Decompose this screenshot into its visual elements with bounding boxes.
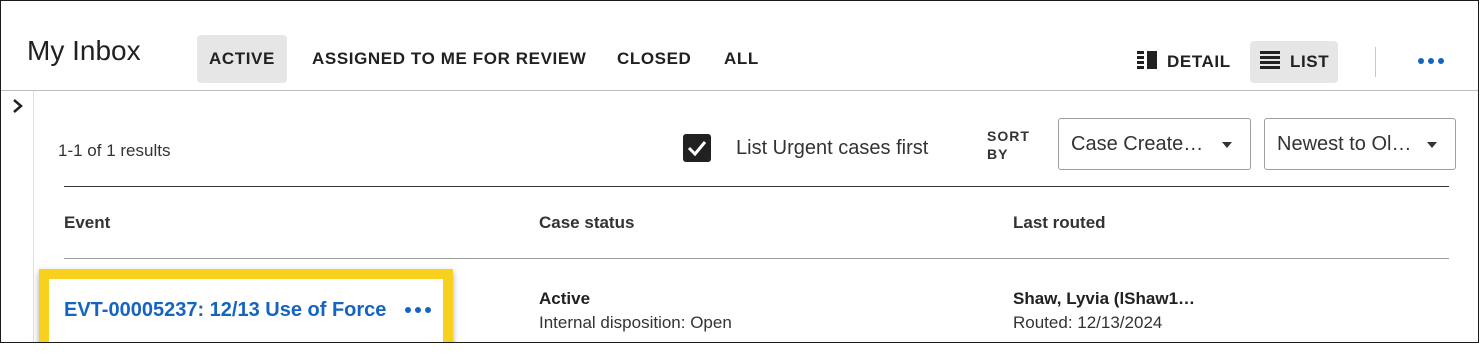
urgent-first-checkbox[interactable] bbox=[683, 134, 711, 162]
routed-date: Routed: 12/13/2024 bbox=[1013, 313, 1163, 332]
event-link[interactable]: EVT-00005237: 12/13 Use of Force bbox=[64, 299, 386, 322]
internal-disposition: Internal disposition: Open bbox=[539, 313, 732, 332]
row-more-options-button[interactable] bbox=[405, 302, 433, 318]
sort-order-select[interactable]: Newest to Ol… bbox=[1264, 118, 1456, 170]
column-header-case-status[interactable]: Case status bbox=[539, 213, 634, 233]
detail-view-button[interactable]: DETAIL bbox=[1127, 41, 1240, 83]
toolbar-divider bbox=[64, 186, 1449, 187]
dropdown-arrow-icon bbox=[1222, 142, 1232, 148]
header-divider bbox=[1375, 47, 1376, 77]
sort-order-value: Newest to Ol… bbox=[1277, 133, 1412, 155]
detail-view-icon bbox=[1136, 49, 1158, 76]
side-rail bbox=[1, 91, 34, 342]
sort-by-label: SORT BY bbox=[987, 128, 1030, 162]
tab-all[interactable]: ALL bbox=[712, 35, 771, 83]
urgent-first-label: List Urgent cases first bbox=[736, 137, 929, 159]
case-status: Active bbox=[539, 289, 591, 308]
column-header-last-routed[interactable]: Last routed bbox=[1013, 213, 1106, 233]
checkmark-icon bbox=[687, 141, 707, 157]
header-divider-line bbox=[1, 90, 1478, 91]
tab-assigned-to-me-for-review[interactable]: ASSIGNED TO ME FOR REVIEW bbox=[300, 35, 598, 83]
detail-view-label: DETAIL bbox=[1167, 52, 1231, 71]
tab-active[interactable]: ACTIVE bbox=[197, 35, 287, 83]
inbox-window: My Inbox ACTIVE ASSIGNED TO ME FOR REVIE… bbox=[0, 0, 1479, 343]
chevron-right-icon[interactable] bbox=[9, 97, 27, 115]
results-count: 1-1 of 1 results bbox=[58, 141, 171, 160]
sort-field-value: Case Create… bbox=[1071, 133, 1204, 155]
more-horizontal-icon bbox=[405, 307, 411, 313]
more-horizontal-icon bbox=[1418, 58, 1424, 64]
column-header-event[interactable]: Event bbox=[64, 213, 110, 233]
page-title: My Inbox bbox=[27, 35, 141, 66]
more-options-button[interactable] bbox=[1415, 51, 1447, 71]
list-view-icon bbox=[1259, 49, 1281, 76]
routed-to-user: Shaw, Lyvia (lShaw1… bbox=[1013, 289, 1196, 308]
list-view-button[interactable]: LIST bbox=[1250, 41, 1339, 83]
table-header-divider bbox=[64, 258, 1449, 259]
list-view-label: LIST bbox=[1290, 52, 1330, 71]
sort-field-select[interactable]: Case Create… bbox=[1058, 118, 1251, 170]
dropdown-arrow-icon bbox=[1427, 142, 1437, 148]
tab-closed[interactable]: CLOSED bbox=[605, 35, 703, 83]
